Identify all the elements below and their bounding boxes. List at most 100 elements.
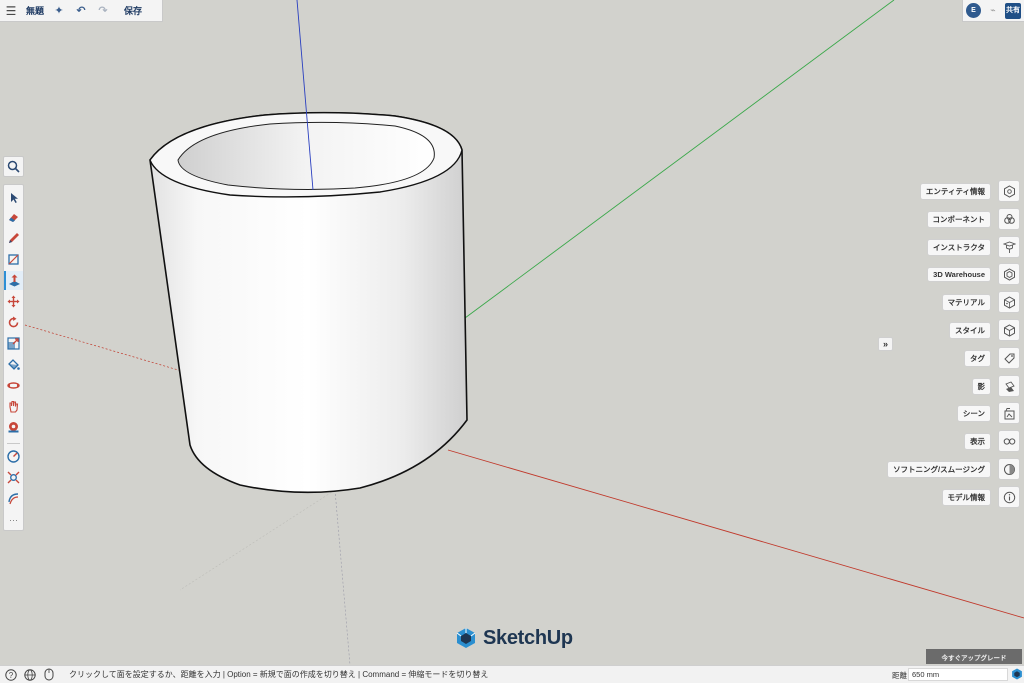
avatar[interactable]: E — [966, 3, 981, 18]
push-pull-tool[interactable] — [4, 271, 23, 290]
share-button[interactable]: 共有 — [1005, 2, 1021, 19]
tape-measure-tool-icon — [8, 422, 19, 433]
orbit-tool[interactable] — [4, 376, 23, 395]
blue-axis-down — [334, 489, 351, 665]
panel-label[interactable]: 3D Warehouse — [927, 266, 991, 282]
green-axis-back — [179, 489, 336, 591]
more-tools-button[interactable]: ··· — [4, 515, 23, 525]
top-right-controls: E ⌁ 共有 — [962, 0, 1024, 22]
collapse-panel-button[interactable]: » — [878, 337, 893, 351]
search-icon — [7, 160, 20, 173]
undo-icon[interactable]: ↶ — [70, 0, 92, 22]
section-plane-tool-icon — [8, 493, 19, 505]
sketchup-logo-icon — [456, 628, 476, 648]
tape-measure-tool[interactable] — [4, 418, 23, 437]
panel-label[interactable]: シーン — [956, 404, 991, 422]
panel-label[interactable]: スタイル — [949, 321, 991, 339]
redo-icon[interactable]: ↷ — [92, 0, 114, 22]
panel-item-model-info[interactable]: モデル情報 — [941, 486, 1020, 508]
soften-smooth-button[interactable] — [998, 458, 1020, 480]
select-tool[interactable] — [4, 188, 23, 207]
svg-text:?: ? — [9, 671, 14, 680]
3d-viewport[interactable] — [0, 0, 1024, 665]
panel-label[interactable]: エンティティ情報 — [919, 182, 991, 200]
push-pull-tool-icon — [9, 274, 20, 287]
document-title[interactable]: 無題 — [22, 0, 48, 22]
scenes-button[interactable] — [998, 402, 1020, 424]
green-axis — [464, 0, 895, 319]
entity-info-button[interactable] — [998, 180, 1020, 202]
logo-text: SketchUp — [483, 626, 573, 649]
panel-label[interactable]: インストラクタ — [926, 238, 991, 256]
measurement-input[interactable] — [908, 668, 1008, 681]
search-button[interactable] — [3, 156, 24, 177]
styles-button[interactable] — [998, 319, 1020, 341]
zoom-extents-tool-icon — [7, 471, 20, 484]
upgrade-button[interactable]: 今すぐアップグレード — [926, 649, 1022, 664]
panel-label[interactable]: マテリアル — [941, 293, 991, 311]
model-info-button[interactable] — [998, 486, 1020, 508]
pencil-tool[interactable] — [4, 229, 23, 248]
rotate-tool-icon — [8, 316, 19, 328]
materials-button[interactable] — [998, 291, 1020, 313]
zoom-extents-tool[interactable] — [4, 468, 23, 487]
panel-item-styles[interactable]: スタイル — [949, 319, 1020, 341]
section-plane-tool[interactable] — [4, 489, 23, 508]
shadows-icon — [1004, 380, 1015, 392]
status-hint: クリックして面を設定するか、距離を入力 | Option = 新規で面の作成を切… — [69, 670, 489, 679]
rectangle-tool[interactable] — [4, 250, 23, 269]
panel-item-display[interactable]: 表示 — [964, 430, 1020, 452]
panel-label[interactable]: 表示 — [964, 432, 991, 450]
materials-icon — [1003, 295, 1015, 309]
select-tool-icon — [10, 192, 18, 203]
protractor-tool[interactable] — [4, 447, 23, 466]
save-button[interactable]: 保存 — [124, 0, 142, 22]
model-info-icon — [1003, 491, 1015, 503]
sketchup-status-icon[interactable] — [1010, 667, 1024, 681]
model-scene[interactable] — [0, 0, 1024, 665]
shadows-button[interactable] — [998, 375, 1020, 397]
display-button[interactable] — [998, 430, 1020, 452]
pan-tool-icon — [9, 400, 19, 413]
panel-item-soften-smooth[interactable]: ソフトニング/スムージング — [887, 458, 1020, 480]
rotate-tool[interactable] — [4, 313, 23, 332]
instructor-icon — [1002, 241, 1016, 253]
move-tool[interactable] — [4, 292, 23, 311]
help-icon[interactable]: ? — [3, 667, 19, 683]
panel-item-components[interactable]: コンポーネント — [926, 208, 1020, 230]
panel-item-warehouse[interactable]: 3D Warehouse — [927, 263, 1020, 285]
panel-label[interactable]: ソフトニング/スムージング — [887, 460, 991, 478]
measurement-label: 距離 — [892, 671, 907, 680]
panel-label[interactable]: モデル情報 — [941, 488, 991, 506]
move-tool-icon — [7, 295, 20, 308]
menu-icon[interactable]: ☰ — [0, 0, 22, 22]
components-icon — [1003, 213, 1015, 224]
panel-label[interactable]: コンポーネント — [926, 210, 991, 228]
panel-label[interactable]: タグ — [964, 349, 991, 367]
panel-item-materials[interactable]: マテリアル — [941, 291, 1020, 313]
components-button[interactable] — [998, 208, 1020, 230]
panel-item-scenes[interactable]: シーン — [956, 402, 1020, 424]
instructor-button[interactable] — [998, 236, 1020, 258]
mouse-icon — [41, 667, 57, 683]
paint-bucket-tool[interactable] — [4, 355, 23, 374]
panel-item-tags[interactable]: タグ — [964, 347, 1020, 369]
sparkle-icon[interactable]: ✦ — [48, 0, 70, 22]
globe-icon[interactable] — [22, 667, 38, 683]
warehouse-button[interactable] — [998, 263, 1020, 285]
tags-button[interactable] — [998, 347, 1020, 369]
soften-smooth-icon — [1003, 463, 1015, 475]
notifications-icon[interactable]: ⌁ — [987, 5, 999, 17]
panel-item-entity-info[interactable]: エンティティ情報 — [919, 180, 1020, 202]
scenes-icon — [1004, 407, 1014, 419]
orbit-tool-icon — [7, 382, 20, 389]
panel-item-instructor[interactable]: インストラクタ — [926, 236, 1020, 258]
scale-tool[interactable] — [4, 334, 23, 353]
panel-item-shadows[interactable]: 影 — [971, 375, 1020, 397]
eraser-tool[interactable] — [4, 208, 23, 227]
protractor-tool-icon — [7, 450, 20, 463]
sketchup-logo: SketchUp — [455, 625, 573, 651]
palette-separator — [7, 443, 20, 444]
pan-tool[interactable] — [4, 397, 23, 416]
panel-label[interactable]: 影 — [971, 377, 991, 395]
